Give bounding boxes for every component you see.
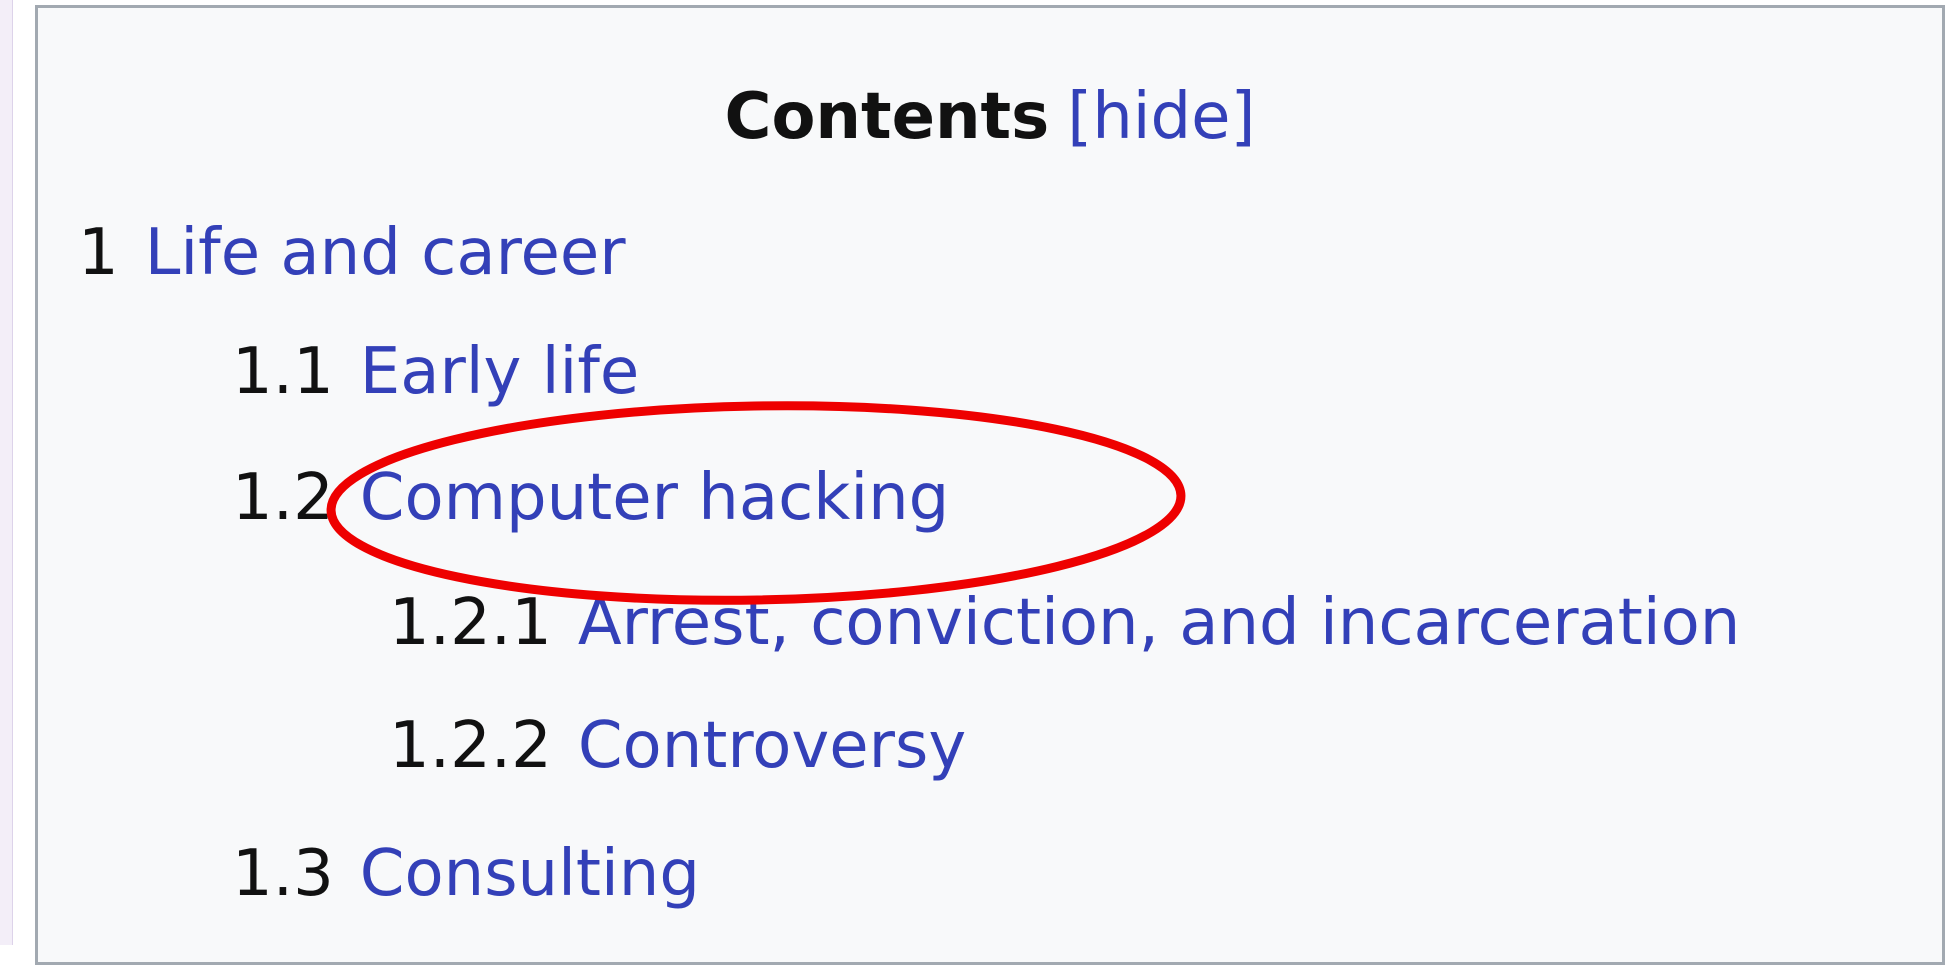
toc-toggle-wrapper: [hide]	[1067, 80, 1255, 154]
toc-link-consulting[interactable]: Consulting	[360, 837, 700, 911]
toc-link-life-and-career[interactable]: Life and career	[145, 216, 626, 290]
toc-link-early-life[interactable]: Early life	[360, 335, 639, 409]
page-left-edge	[0, 0, 13, 945]
toc-item-number: 1	[78, 216, 119, 290]
toc-heading: Contents	[724, 80, 1050, 154]
toc-link-computer-hacking[interactable]: Computer hacking	[360, 461, 950, 535]
toc-hide-toggle[interactable]: hide	[1092, 80, 1230, 154]
toc-item-controversy[interactable]: 1.2.2 Controversy	[389, 701, 966, 791]
toc-toggle-close-bracket: ]	[1230, 80, 1256, 154]
toc-item-number: 1.2	[232, 461, 334, 535]
toc-item-number: 1.1	[232, 335, 334, 409]
toc-toggle-open-bracket: [	[1067, 80, 1093, 154]
toc-title-row: Contents [hide]	[38, 72, 1942, 162]
toc-link-controversy[interactable]: Controversy	[578, 709, 966, 783]
toc-item-number: 1.2.2	[389, 709, 552, 783]
toc-item-number: 1.3	[232, 837, 334, 911]
toc-item-computer-hacking[interactable]: 1.2 Computer hacking	[232, 453, 949, 543]
toc-item-life-and-career[interactable]: 1 Life and career	[78, 208, 626, 298]
toc-item-early-life[interactable]: 1.1 Early life	[232, 327, 639, 417]
toc-item-arrest-conviction-incarceration[interactable]: 1.2.1 Arrest, conviction, and incarcerati…	[389, 578, 1740, 668]
toc-item-consulting[interactable]: 1.3 Consulting	[232, 829, 700, 919]
toc-item-number: 1.2.1	[389, 586, 552, 660]
toc-link-arrest-conviction-incarceration[interactable]: Arrest, conviction, and incarceration	[578, 586, 1741, 660]
